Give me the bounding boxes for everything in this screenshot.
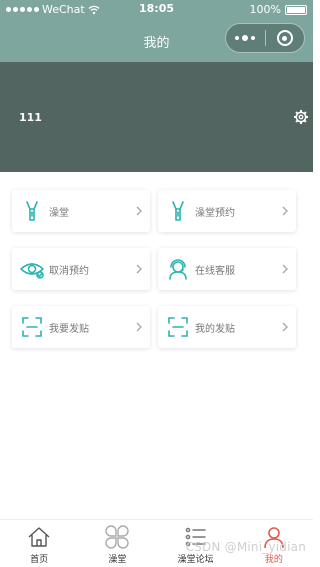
menu-item-label: 我要发贴 <box>49 323 89 335</box>
watermark: CSDN @Mini_yidian <box>185 540 306 554</box>
menu-item-label: 澡堂 <box>49 207 69 219</box>
menu-item-label: 在线客服 <box>195 265 235 277</box>
chevron-right-icon <box>282 206 288 216</box>
menu-item-shower-booking[interactable]: 澡堂预约 <box>158 190 296 232</box>
close-button[interactable] <box>265 30 304 46</box>
username: 111 <box>19 111 42 124</box>
home-icon <box>28 527 50 547</box>
gear-icon[interactable] <box>293 109 309 125</box>
menu-item-cancel-booking[interactable]: 取消预约 <box>12 248 150 290</box>
battery-icon <box>285 4 307 15</box>
tab-home[interactable]: 首页 <box>0 520 78 567</box>
grid-clover-icon <box>105 525 130 549</box>
tab-shower[interactable]: 澡堂 <box>78 520 156 567</box>
chevron-right-icon <box>136 322 142 332</box>
chevron-right-icon <box>136 264 142 274</box>
shower-icon <box>17 196 47 226</box>
tab-label: 首页 <box>30 555 49 565</box>
menu-item-new-post[interactable]: 我要发贴 <box>12 306 150 348</box>
nav-bar: 我的 <box>0 20 313 62</box>
menu-item-label: 我的发贴 <box>195 323 235 335</box>
chevron-right-icon <box>282 264 288 274</box>
tab-label: 澡堂 <box>108 555 127 565</box>
support-agent-icon <box>163 254 193 284</box>
menu-item-online-support[interactable]: 在线客服 <box>158 248 296 290</box>
scan-frame-icon <box>163 312 193 342</box>
status-bar: WeChat 18:05 100% <box>0 0 313 20</box>
chevron-right-icon <box>282 322 288 332</box>
menu-item-label: 取消预约 <box>49 265 89 277</box>
mini-program-capsule <box>225 23 305 53</box>
profile-banner: 111 <box>0 62 313 172</box>
target-close-icon <box>276 30 293 46</box>
menu-item-shower[interactable]: 澡堂 <box>12 190 150 232</box>
menu-item-my-posts[interactable]: 我的发贴 <box>158 306 296 348</box>
eye-icon <box>17 254 47 284</box>
shower-icon <box>163 196 193 226</box>
menu-item-label: 澡堂预约 <box>195 207 235 219</box>
status-right: 100% <box>250 3 307 16</box>
battery-percent: 100% <box>249 3 281 16</box>
chevron-right-icon <box>136 206 142 216</box>
scan-frame-icon <box>17 312 47 342</box>
more-button[interactable] <box>226 35 265 41</box>
